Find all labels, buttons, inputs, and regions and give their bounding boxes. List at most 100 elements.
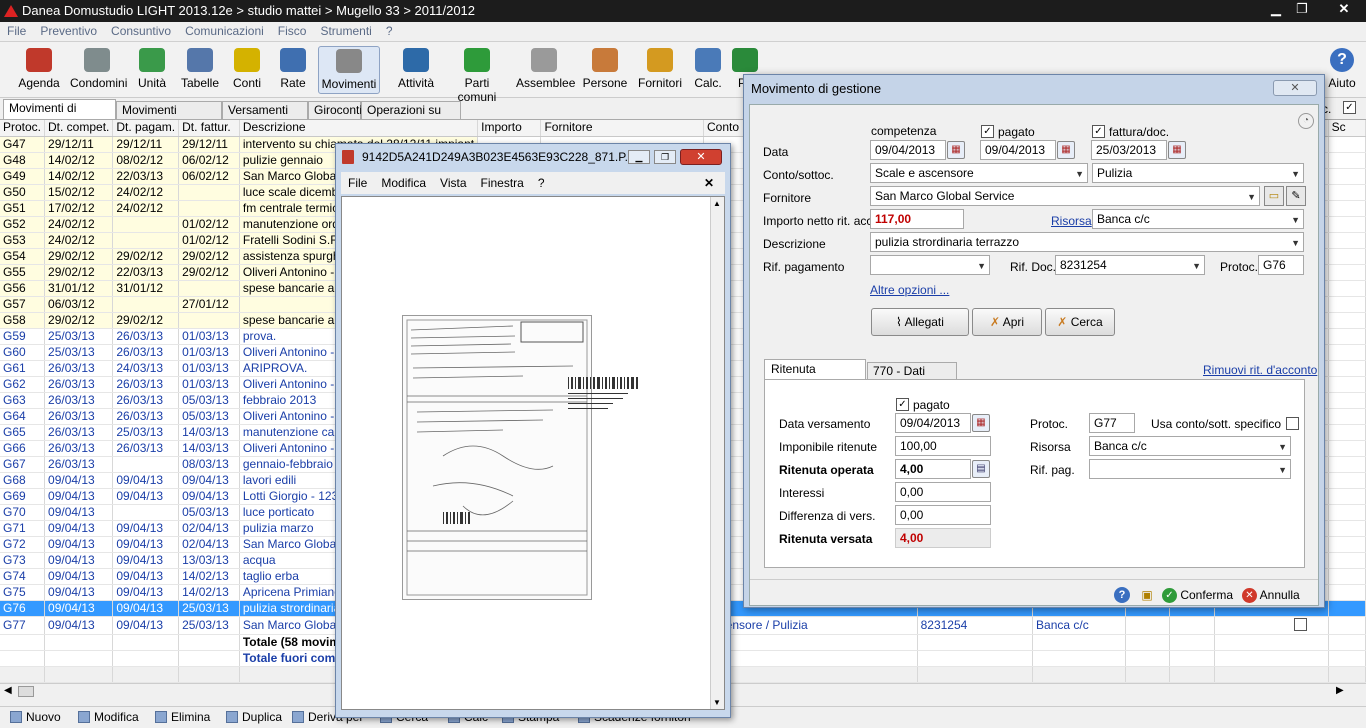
row-checkbox[interactable] — [1293, 617, 1307, 631]
pdf-menu-item-0[interactable]: File — [341, 172, 374, 194]
scroll-left-icon[interactable]: ◀ — [4, 685, 12, 696]
scroll-thumb[interactable] — [18, 686, 34, 697]
allegati-button[interactable]: ⌇ Allegati — [871, 308, 969, 336]
imponibile-input[interactable]: 100,00 — [895, 436, 991, 456]
toolbar-attivit--button[interactable]: Attività — [396, 46, 436, 94]
tab-1[interactable]: Movimenti personali — [116, 101, 222, 133]
tab-770[interactable]: 770 - Dati fattura — [867, 362, 957, 394]
folder-icon[interactable]: ▭ — [1264, 186, 1284, 206]
calendar-icon[interactable]: ▦ — [947, 141, 965, 159]
tab-2[interactable]: Versamenti rate — [222, 101, 308, 133]
toolbar-movimenti-button[interactable]: Movimenti — [318, 46, 380, 94]
interessi-input[interactable]: 0,00 — [895, 482, 991, 502]
rif-pag-select[interactable] — [1089, 459, 1291, 479]
differenza-input[interactable]: 0,00 — [895, 505, 991, 525]
rit-risorsa-select[interactable]: Banca c/c — [1089, 436, 1291, 456]
action-3-button[interactable]: Duplica — [226, 710, 282, 724]
toolbar-assemblee-button[interactable]: Assemblee — [516, 46, 575, 94]
rit-pagato-checkbox[interactable]: ✓ — [896, 398, 909, 411]
tab-0[interactable]: Movimenti di gestione — [3, 99, 116, 131]
calculator-icon[interactable]: ▤ — [972, 460, 990, 478]
menu-item-1[interactable]: Preventivo — [33, 22, 104, 40]
fornitore-select[interactable]: San Marco Global Service — [870, 186, 1260, 206]
header-checkbox[interactable]: ✓ — [1343, 101, 1356, 114]
menu-item-2[interactable]: Consuntivo — [104, 22, 178, 40]
pdf-scroll-down-icon[interactable]: ▼ — [713, 698, 721, 707]
data-pagamento-input[interactable]: 09/04/2013 — [980, 140, 1056, 160]
minimize-icon[interactable]: ▁ — [1262, 0, 1290, 18]
toolbar-unit--button[interactable]: Unità — [134, 46, 170, 94]
calendar-icon[interactable]: ▦ — [1168, 141, 1186, 159]
conto-select[interactable]: Scale e ascensore — [870, 163, 1088, 183]
data-competenza-input[interactable]: 09/04/2013 — [870, 140, 946, 160]
toolbar-rate-button[interactable]: Rate — [276, 46, 310, 94]
toolbar-conti-button[interactable]: Conti — [230, 46, 264, 94]
conferma-button[interactable]: ✓ Conferma — [1162, 584, 1236, 606]
annulla-button[interactable]: ✕ Annulla — [1242, 584, 1312, 606]
pagato-checkbox[interactable]: ✓ — [981, 125, 994, 138]
pdf-close-icon[interactable]: ✕ — [680, 149, 722, 165]
sottoconto-select[interactable]: Pulizia — [1092, 163, 1304, 183]
close-icon[interactable]: ✕ — [1326, 0, 1362, 18]
usa-conto-checkbox[interactable] — [1286, 417, 1299, 430]
calendar-icon[interactable]: ▦ — [972, 414, 990, 432]
pdf-minimize-icon[interactable]: ▁ — [628, 150, 650, 164]
calendar-icon[interactable]: ▦ — [1057, 141, 1075, 159]
column-header-1[interactable]: Dt. compet. — [44, 120, 114, 137]
toolbar-tabelle-button[interactable]: Tabelle — [180, 46, 220, 94]
action-1-button[interactable]: Modifica — [78, 710, 139, 724]
apri-button[interactable]: ✗ Apri — [972, 308, 1042, 336]
toolbar-calc--button[interactable]: Calc. — [692, 46, 724, 94]
maximize-icon[interactable]: ❐ — [1288, 0, 1316, 18]
fattura-checkbox[interactable]: ✓ — [1092, 125, 1105, 138]
window-icon[interactable]: ▣ — [1139, 587, 1155, 603]
edit-icon[interactable]: ✎ — [1286, 186, 1306, 206]
column-header-3[interactable]: Dt. fattur. — [178, 120, 240, 137]
data-versamento-input[interactable]: 09/04/2013 — [895, 413, 971, 433]
scroll-right-icon[interactable]: ▶ — [1336, 685, 1344, 696]
help-icon[interactable]: ? — [1114, 587, 1130, 603]
toolbar-persone-button[interactable]: Persone — [582, 46, 628, 94]
pdf-menu-item-1[interactable]: Modifica — [374, 172, 433, 194]
pdf-vertical-scrollbar[interactable]: ▲ ▼ — [710, 197, 724, 709]
action-2-button[interactable]: Elimina — [155, 710, 210, 724]
risorsa-select[interactable]: Banca c/c — [1092, 209, 1304, 229]
menu-item-0[interactable]: File — [0, 22, 33, 40]
tab-4[interactable]: Operazioni su fondi — [361, 101, 461, 133]
column-header-0[interactable]: Protoc. — [0, 120, 46, 137]
risorsa-link[interactable]: Risorsa — [1051, 214, 1092, 228]
dialog-close-icon[interactable]: ✕ — [1273, 80, 1317, 96]
rif-pagamento-select[interactable] — [870, 255, 990, 275]
column-header-5[interactable]: Importo — [477, 120, 542, 137]
pdf-maximize-icon[interactable]: ❐ — [654, 150, 676, 164]
menu-item-3[interactable]: Comunicazioni — [178, 22, 271, 40]
toolbar-agenda-button[interactable]: Agenda — [18, 46, 60, 94]
tab-3[interactable]: Giroconti — [308, 101, 362, 119]
rif-doc-select[interactable]: 8231254 — [1055, 255, 1205, 275]
protoc-input[interactable]: G76 — [1258, 255, 1304, 275]
column-header-13[interactable]: Sc — [1328, 120, 1366, 137]
action-0-button[interactable]: Nuovo — [10, 710, 61, 724]
rimuovi-ritenuta-link[interactable]: Rimuovi rit. d'acconto — [1203, 363, 1317, 377]
menu-item-5[interactable]: Strumenti — [313, 22, 378, 40]
toolbar-fornitori-button[interactable]: Fornitori — [638, 46, 682, 94]
pdf-menu-item-2[interactable]: Vista — [433, 172, 473, 194]
ritenuta-operata-input[interactable]: 4,00 — [895, 459, 971, 479]
pdf-doc-close-icon[interactable]: ✕ — [697, 172, 721, 194]
altre-opzioni-link[interactable]: Altre opzioni ... — [870, 283, 949, 297]
data-fattura-input[interactable]: 25/03/2013 — [1091, 140, 1167, 160]
toolbar-condomini-button[interactable]: Condomini — [70, 46, 127, 94]
importo-input[interactable]: 117,00 — [870, 209, 964, 229]
descrizione-input[interactable]: pulizia strordinaria terrazzo — [870, 232, 1304, 252]
pdf-scroll-up-icon[interactable]: ▲ — [713, 199, 721, 208]
pin-icon[interactable]: ◔ — [1298, 113, 1314, 129]
column-header-2[interactable]: Dt. pagam. — [112, 120, 180, 137]
toolbar-parti-comuni-button[interactable]: Parti comuni — [446, 46, 508, 104]
column-header-6[interactable]: Fornitore — [540, 120, 704, 137]
help-button[interactable]: ? Aiuto — [1322, 46, 1362, 94]
tab-ritenuta[interactable]: Ritenuta d'acconto — [764, 359, 866, 395]
menu-item-6[interactable]: ? — [379, 22, 400, 40]
menu-item-4[interactable]: Fisco — [271, 22, 314, 40]
column-header-4[interactable]: Descrizione — [239, 120, 479, 137]
pdf-menu-item-4[interactable]: ? — [531, 172, 552, 194]
